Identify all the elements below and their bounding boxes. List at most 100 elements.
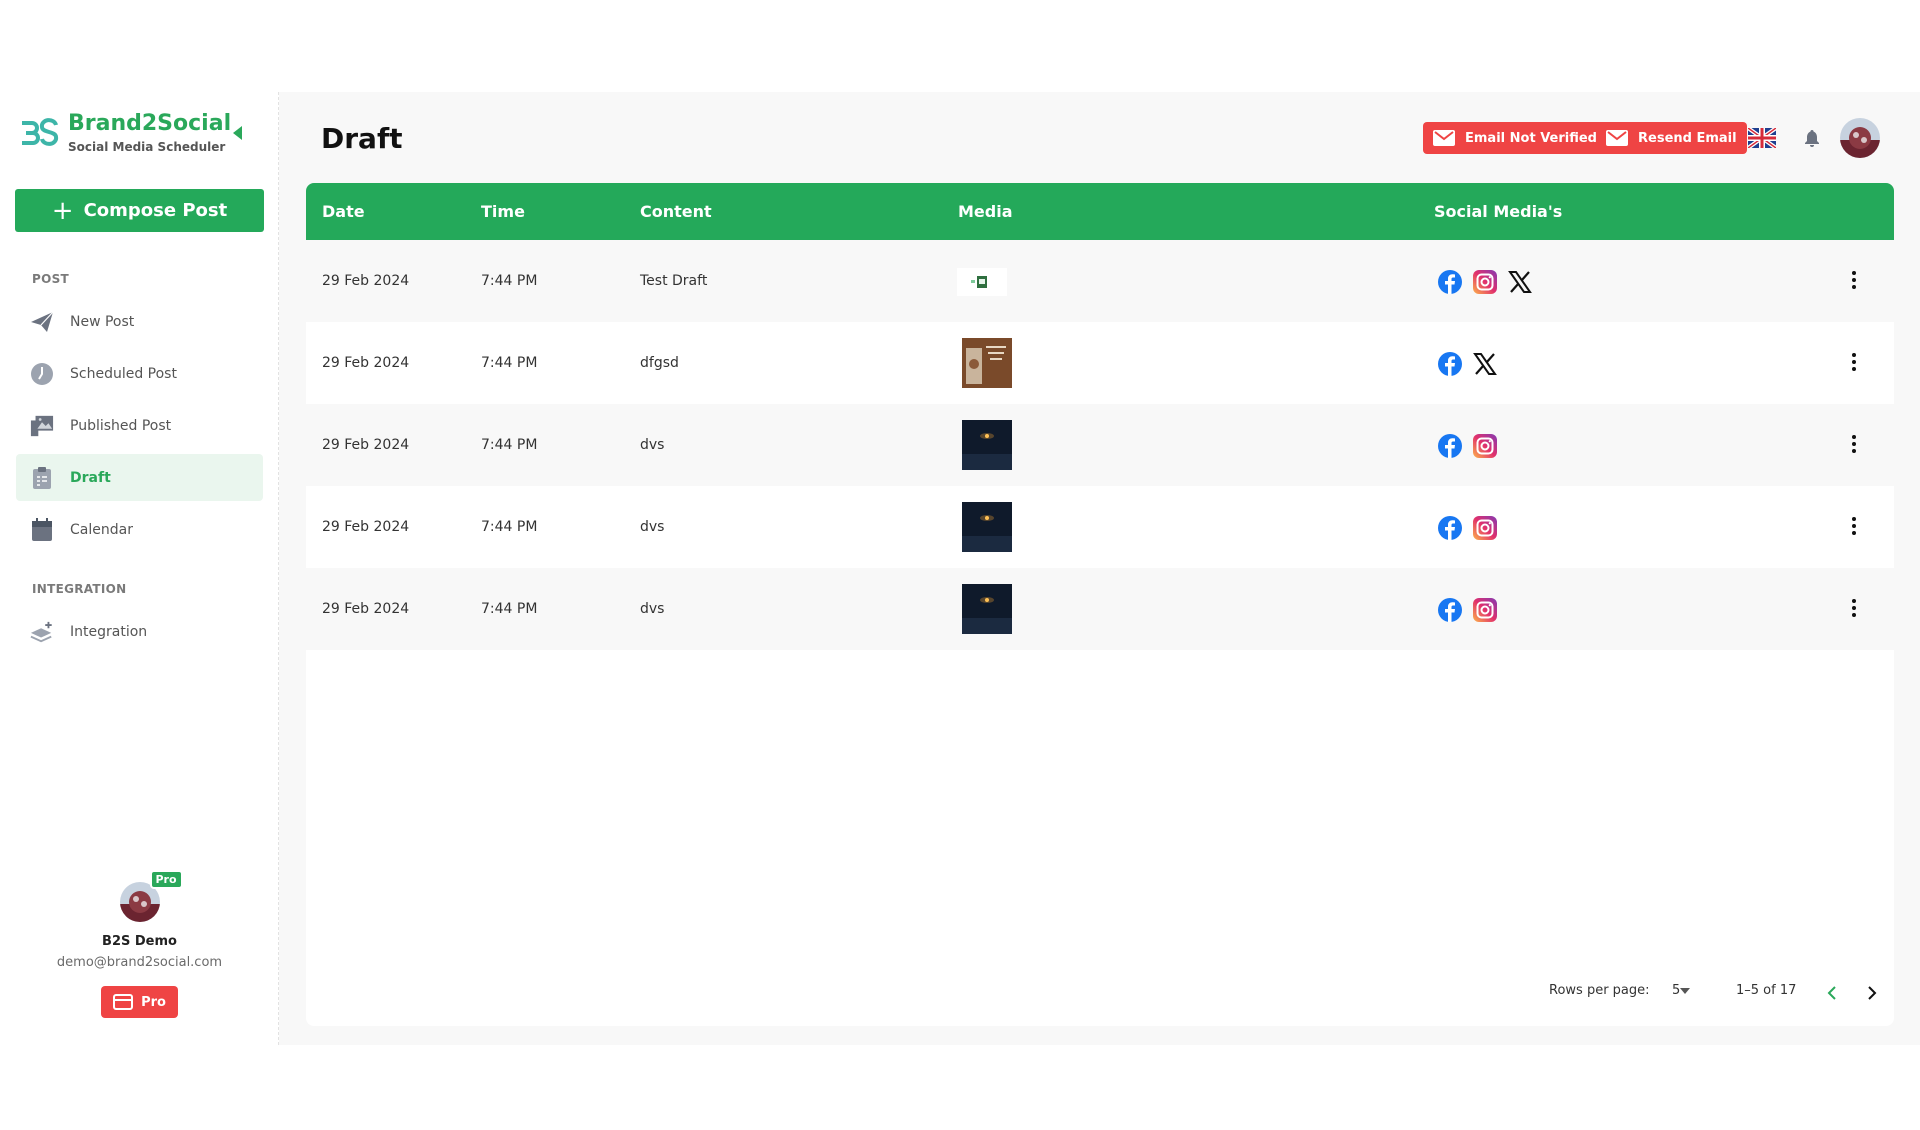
email-not-verified-button[interactable]: Email Not Verified xyxy=(1423,122,1607,154)
facebook-icon[interactable] xyxy=(1437,597,1463,623)
row-content: Test Draft xyxy=(640,273,708,289)
social-icons xyxy=(1437,515,1507,541)
brand[interactable]: Brand2Social Social Media Scheduler xyxy=(20,112,231,154)
row-date: 29 Feb 2024 xyxy=(322,273,410,289)
notification-bell-icon[interactable] xyxy=(1804,129,1820,147)
facebook-icon[interactable] xyxy=(1437,269,1463,295)
media-thumbnail[interactable] xyxy=(962,338,1012,388)
row-date: 29 Feb 2024 xyxy=(322,437,410,453)
sidebar-item-label: Draft xyxy=(70,469,111,486)
column-header-social-medias[interactable]: Social Media's xyxy=(1434,202,1562,221)
sidebar-item-label: New Post xyxy=(70,313,135,330)
pro-badge: Pro xyxy=(149,870,183,889)
x-icon[interactable] xyxy=(1472,351,1498,377)
pro-plan-label: Pro xyxy=(141,994,166,1010)
plus-icon: + xyxy=(51,195,74,226)
table-row[interactable]: 29 Feb 2024 7:44 PM dvs xyxy=(306,404,1894,486)
rows-per-page-label: Rows per page: xyxy=(1549,983,1650,998)
calendar-icon xyxy=(30,517,54,542)
drafts-table: Date Time Content Media Social Media's 2… xyxy=(306,183,1894,1026)
clock-icon xyxy=(30,362,54,386)
brand-subtitle: Social Media Scheduler xyxy=(68,140,226,154)
brand-title: Brand2Social xyxy=(68,111,232,136)
row-content: dfgsd xyxy=(640,355,679,371)
resend-email-label: Resend Email xyxy=(1638,130,1737,146)
row-actions-icon[interactable] xyxy=(1846,432,1862,456)
table-row[interactable]: 29 Feb 2024 7:44 PM Test Draft xyxy=(306,240,1894,322)
chevron-right-icon[interactable] xyxy=(1867,985,1877,1001)
media-thumbnail[interactable] xyxy=(962,584,1012,634)
social-icons xyxy=(1437,351,1507,377)
rows-per-page-select[interactable]: 5 xyxy=(1672,983,1690,998)
table-row[interactable]: 29 Feb 2024 7:44 PM dvs xyxy=(306,568,1894,650)
media-thumbnail[interactable] xyxy=(962,502,1012,552)
mail-icon xyxy=(1606,130,1628,146)
x-icon[interactable] xyxy=(1507,269,1533,295)
mail-icon xyxy=(1433,130,1455,146)
app-shell: Brand2Social Social Media Scheduler + Co… xyxy=(0,92,1920,1045)
rows-per-page-value: 5 xyxy=(1672,983,1681,998)
chevron-left-icon[interactable] xyxy=(1827,985,1837,1001)
row-actions-icon[interactable] xyxy=(1846,350,1862,374)
sidebar-item-label: Calendar xyxy=(70,521,133,538)
facebook-icon[interactable] xyxy=(1437,351,1463,377)
sidebar-item-label: Published Post xyxy=(70,417,172,434)
column-header-media[interactable]: Media xyxy=(958,202,1013,221)
integration-section-label: INTEGRATION xyxy=(32,582,127,596)
resend-email-button[interactable]: Resend Email xyxy=(1596,122,1747,154)
paper-plane-icon xyxy=(30,310,54,334)
facebook-icon[interactable] xyxy=(1437,433,1463,459)
sidebar-item-published-post[interactable]: Published Post xyxy=(16,402,263,449)
table-row[interactable]: 29 Feb 2024 7:44 PM dfgsd xyxy=(306,322,1894,404)
sidebar-item-draft[interactable]: Draft xyxy=(16,454,263,501)
pagination: Rows per page: 5 1–5 of 17 xyxy=(306,983,1894,1003)
compose-post-button[interactable]: + Compose Post xyxy=(15,189,264,232)
layers-plus-icon xyxy=(30,620,54,644)
clipboard-icon xyxy=(30,466,54,490)
social-icons xyxy=(1437,269,1542,295)
instagram-icon[interactable] xyxy=(1472,433,1498,459)
row-date: 29 Feb 2024 xyxy=(322,355,410,371)
gallery-icon xyxy=(30,414,54,438)
instagram-icon[interactable] xyxy=(1472,515,1498,541)
credit-card-icon xyxy=(113,994,134,1010)
sidebar-item-integration[interactable]: Integration xyxy=(16,608,263,655)
instagram-icon[interactable] xyxy=(1472,269,1498,295)
brand-logo-icon xyxy=(22,118,59,146)
compose-post-label: Compose Post xyxy=(83,200,228,221)
sidebar-item-new-post[interactable]: New Post xyxy=(16,298,263,345)
row-date: 29 Feb 2024 xyxy=(322,519,410,535)
media-thumbnail[interactable] xyxy=(957,268,1007,296)
row-content: dvs xyxy=(640,437,665,453)
sidebar-item-scheduled-post[interactable]: Scheduled Post xyxy=(16,350,263,397)
row-time: 7:44 PM xyxy=(481,273,538,289)
media-thumbnail[interactable] xyxy=(962,420,1012,470)
sidebar-item-label: Scheduled Post xyxy=(70,365,177,382)
row-actions-icon[interactable] xyxy=(1846,268,1862,292)
post-section-label: POST xyxy=(32,272,70,286)
column-header-date[interactable]: Date xyxy=(322,202,365,221)
column-header-content[interactable]: Content xyxy=(640,202,712,221)
social-icons xyxy=(1437,597,1507,623)
row-time: 7:44 PM xyxy=(481,519,538,535)
sidebar: Brand2Social Social Media Scheduler + Co… xyxy=(0,92,279,1045)
pro-plan-button[interactable]: Pro xyxy=(101,986,178,1018)
row-actions-icon[interactable] xyxy=(1846,514,1862,538)
column-header-time[interactable]: Time xyxy=(481,202,525,221)
collapse-sidebar-icon[interactable] xyxy=(230,124,244,142)
social-icons xyxy=(1437,433,1507,459)
table-header: Date Time Content Media Social Media's xyxy=(306,183,1894,240)
header-avatar[interactable] xyxy=(1840,118,1880,158)
user-profile: Pro B2S Demo demo@brand2social.com Pro xyxy=(0,870,279,1018)
row-actions-icon[interactable] xyxy=(1846,596,1862,620)
page-title: Draft xyxy=(321,122,403,155)
sidebar-item-calendar[interactable]: Calendar xyxy=(16,506,263,553)
table-row[interactable]: 29 Feb 2024 7:44 PM dvs xyxy=(306,486,1894,568)
facebook-icon[interactable] xyxy=(1437,515,1463,541)
avatar[interactable]: Pro xyxy=(119,870,183,922)
row-content: dvs xyxy=(640,519,665,535)
email-not-verified-label: Email Not Verified xyxy=(1465,130,1597,146)
uk-flag-icon[interactable] xyxy=(1748,128,1776,148)
row-content: dvs xyxy=(640,601,665,617)
instagram-icon[interactable] xyxy=(1472,597,1498,623)
